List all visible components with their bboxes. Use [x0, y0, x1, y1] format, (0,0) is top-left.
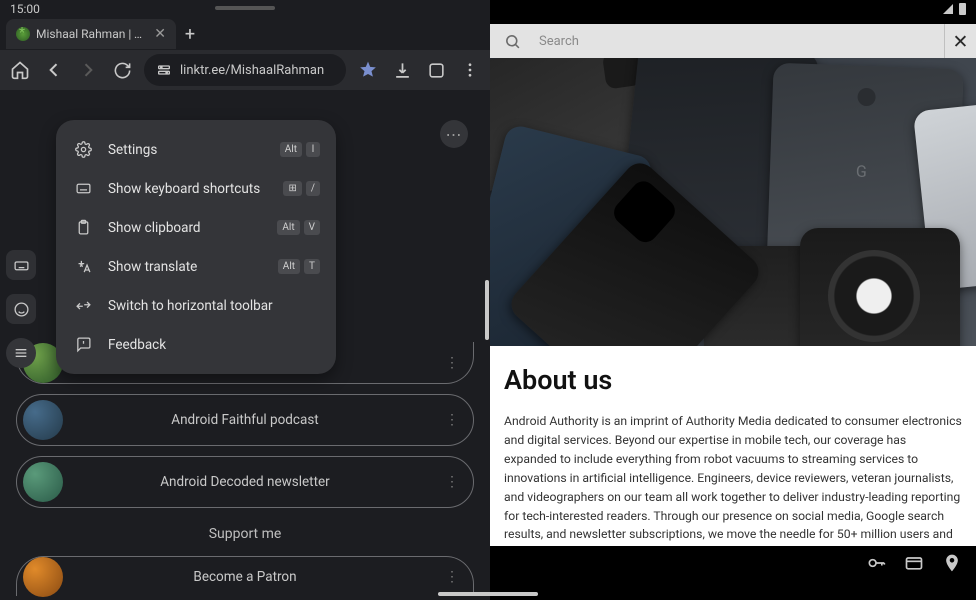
menu-label: Show translate	[108, 259, 278, 275]
search-input[interactable]: Search	[490, 33, 944, 50]
tab-favicon-icon	[16, 27, 30, 41]
location-icon[interactable]	[942, 553, 962, 573]
menu-keys: AltV	[277, 220, 320, 235]
wifi-icon	[943, 4, 953, 14]
bookmark-icon[interactable]	[356, 58, 380, 82]
clock: 15:00	[10, 2, 40, 16]
browser-tab[interactable]: Mishaal Rahman | Twitter | L ✕	[6, 19, 176, 49]
tab-title: Mishaal Rahman | Twitter | L	[36, 27, 148, 41]
search-bar: Search ✕	[490, 24, 976, 58]
menu-keys: AltI	[280, 142, 320, 157]
article-text: Android Authority is an imprint of Autho…	[504, 412, 962, 546]
home-handle[interactable]	[438, 592, 538, 596]
hero-image	[490, 58, 976, 346]
battery-icon	[959, 3, 966, 15]
menu-label: Feedback	[108, 337, 320, 353]
card-label: Android Faithful podcast	[171, 412, 318, 428]
gear-icon	[72, 141, 94, 158]
article-body: About us Android Authority is an imprint…	[490, 58, 976, 546]
overflow-menu-icon[interactable]	[458, 58, 482, 82]
close-search-icon[interactable]: ✕	[944, 24, 976, 58]
card-avatar-icon	[23, 462, 63, 502]
tab-strip: Mishaal Rahman | Twitter | L ✕ +	[0, 18, 490, 50]
url-bar[interactable]: linktr.ee/MishaalRahman	[144, 54, 346, 86]
card-avatar-icon	[23, 557, 63, 597]
card-icon[interactable]	[904, 553, 924, 573]
vpn-key-icon[interactable]	[866, 553, 886, 573]
card-more-icon[interactable]: ⋮	[445, 569, 459, 585]
left-app-pane: 15:00 Mishaal Rahman | Twitter | L ✕ +	[0, 0, 490, 600]
floating-toolbar	[6, 250, 36, 368]
split-divider[interactable]	[485, 280, 489, 340]
menu-keys: ⊞/	[283, 181, 320, 196]
context-menu: Settings AltI Show keyboard shortcuts ⊞/	[56, 120, 336, 374]
menu-item-clipboard[interactable]: Show clipboard AltV	[56, 208, 336, 247]
browser-toolbar: linktr.ee/MishaalRahman	[0, 50, 490, 90]
menu-item-feedback[interactable]: Feedback	[56, 325, 336, 364]
menu-keys: AltT	[278, 259, 320, 274]
reload-icon[interactable]	[110, 58, 134, 82]
url-text: linktr.ee/MishaalRahman	[180, 63, 324, 78]
search-icon	[504, 33, 521, 50]
feedback-icon	[72, 336, 94, 353]
menu-label: Switch to horizontal toolbar	[108, 298, 320, 314]
emoji-icon[interactable]	[6, 294, 36, 324]
keyboard-icon[interactable]	[6, 250, 36, 280]
link-cards: ⋮ Android Faithful podcast ⋮ Android Dec…	[14, 342, 476, 600]
download-icon[interactable]	[390, 58, 414, 82]
new-tab-button[interactable]: +	[176, 20, 204, 48]
right-app-pane: Search ✕ About us Android Authority is a…	[490, 0, 976, 600]
back-icon[interactable]	[42, 58, 66, 82]
page-content: ⋯ Settings AltI Show keyboard	[0, 90, 490, 600]
menu-item-translate[interactable]: Show translate AltT	[56, 247, 336, 286]
link-card-patron[interactable]: Become a Patron ⋮	[16, 556, 474, 596]
status-bar-right	[490, 0, 976, 18]
card-label: Become a Patron	[193, 569, 296, 585]
close-tab-icon[interactable]: ✕	[154, 26, 166, 42]
card-more-icon[interactable]: ⋮	[445, 474, 459, 490]
translate-icon	[72, 258, 94, 275]
section-title: Support me	[16, 526, 474, 542]
menu-label: Show clipboard	[108, 220, 277, 236]
arrows-horizontal-icon	[72, 297, 94, 314]
search-placeholder: Search	[539, 34, 579, 49]
link-card-decoded[interactable]: Android Decoded newsletter ⋮	[16, 456, 474, 508]
bottom-action-bar	[490, 546, 976, 580]
menu-label: Show keyboard shortcuts	[108, 181, 283, 197]
keyboard-outline-icon	[72, 180, 94, 197]
card-more-icon[interactable]: ⋮	[445, 412, 459, 428]
clipboard-icon	[72, 219, 94, 236]
card-avatar-icon	[23, 400, 63, 440]
page-more-icon[interactable]: ⋯	[440, 120, 468, 148]
menu-label: Settings	[108, 142, 280, 158]
link-card-faithful[interactable]: Android Faithful podcast ⋮	[16, 394, 474, 446]
article-title: About us	[504, 364, 962, 396]
site-settings-icon[interactable]	[156, 62, 172, 78]
card-label: Android Decoded newsletter	[160, 474, 330, 490]
menu-item-settings[interactable]: Settings AltI	[56, 130, 336, 169]
menu-item-keyboard-shortcuts[interactable]: Show keyboard shortcuts ⊞/	[56, 169, 336, 208]
card-more-icon[interactable]: ⋮	[445, 355, 459, 371]
menu-item-horizontal-toolbar[interactable]: Switch to horizontal toolbar	[56, 286, 336, 325]
home-icon[interactable]	[8, 58, 32, 82]
drag-handle[interactable]	[215, 6, 275, 10]
hamburger-menu-icon[interactable]	[6, 338, 36, 368]
forward-icon[interactable]	[76, 58, 100, 82]
tabs-count-icon[interactable]	[424, 58, 448, 82]
